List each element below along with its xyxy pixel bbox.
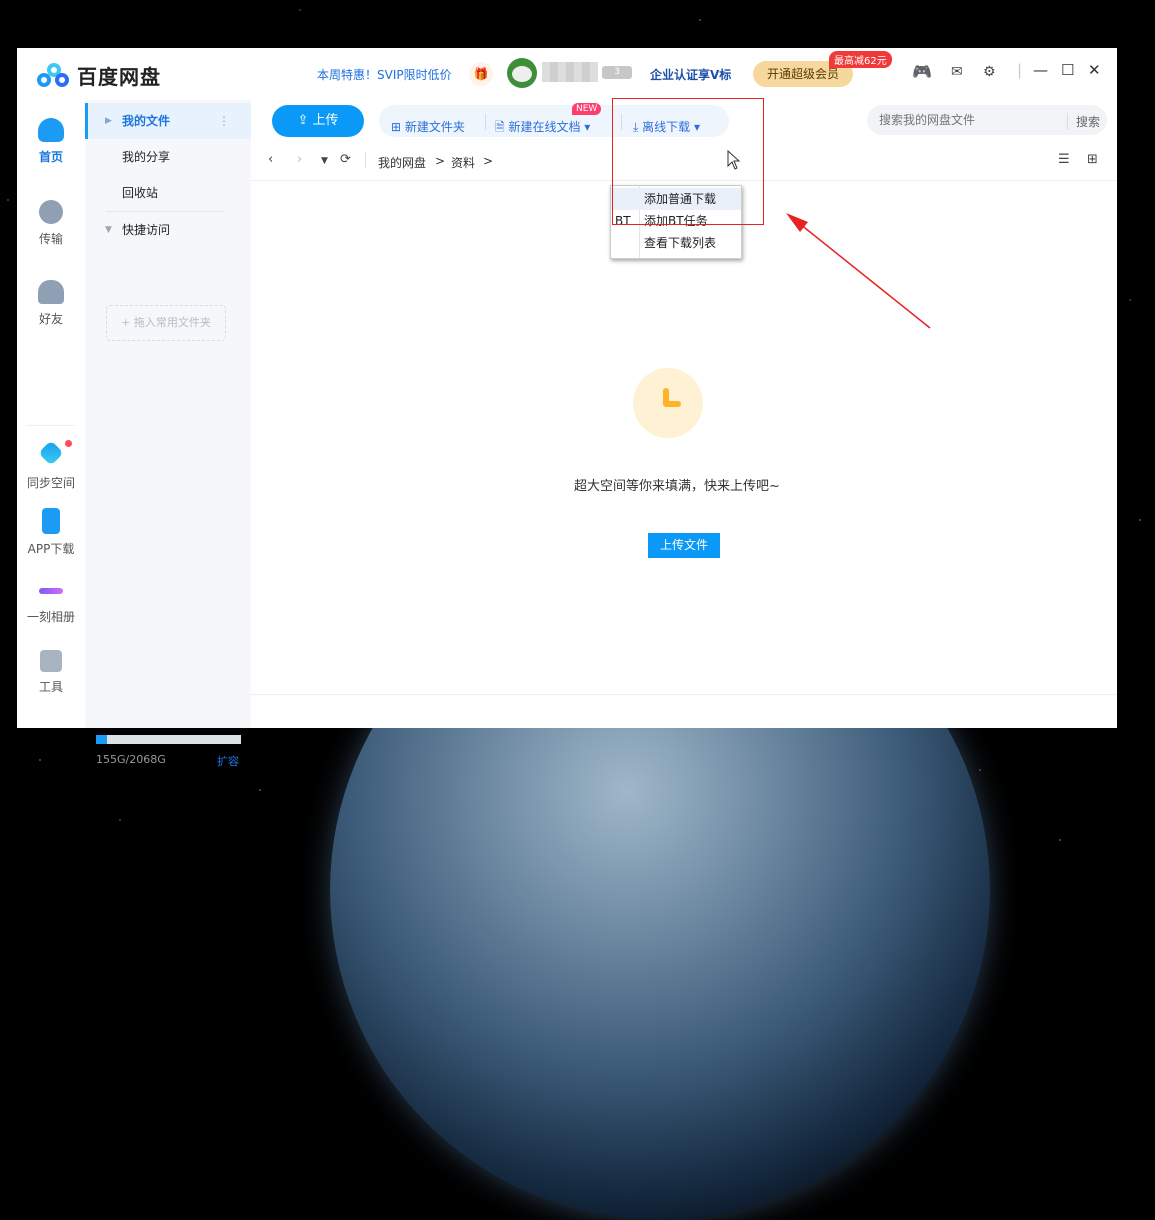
- toolbar-divider: [485, 114, 486, 130]
- nav-tools[interactable]: 工具: [17, 650, 85, 695]
- breadcrumb-root[interactable]: 我的网盘: [378, 154, 426, 171]
- app-logo: 百度网盘: [37, 61, 161, 90]
- new-online-doc-button[interactable]: 🗎 新建在线文档 ▾: [495, 118, 590, 139]
- storage-text: 155G/2068G: [96, 753, 166, 766]
- avatar[interactable]: [507, 58, 537, 88]
- search-input[interactable]: [877, 112, 1061, 128]
- grid-view-icon[interactable]: ⊞: [1087, 152, 1098, 167]
- status-divider: [251, 694, 1117, 695]
- sidebar-item-my-share[interactable]: 我的分享: [85, 139, 251, 175]
- title-bar: 百度网盘 本周特惠！SVIP限时低价 🎁 3 企业认证享V标 开通超级会员 最高…: [17, 48, 1117, 100]
- nav-album[interactable]: 一刻相册: [17, 580, 85, 625]
- nav-divider: [365, 152, 366, 168]
- sidebar-item-recycle-bin[interactable]: 回收站: [85, 175, 251, 211]
- expand-storage-link[interactable]: 扩容: [217, 753, 239, 769]
- gift-icon[interactable]: 🎁: [469, 62, 493, 86]
- settings-icon[interactable]: ⚙: [983, 64, 996, 80]
- vip-discount-tag: 最高减62元: [829, 51, 892, 68]
- sidebar-item-my-files[interactable]: ▶ 我的文件 ⋮: [85, 103, 251, 139]
- username-blurred[interactable]: [542, 62, 598, 82]
- sidebar-item-quick-access[interactable]: ▼ 快捷访问: [85, 212, 251, 248]
- chevron-down-icon: ▾: [580, 120, 591, 134]
- mail-icon[interactable]: ✉: [951, 64, 963, 80]
- caret-down-icon: ▼: [105, 225, 112, 235]
- new-folder-button[interactable]: ⊞ 新建文件夹: [391, 118, 465, 135]
- minimize-icon[interactable]: —: [1033, 61, 1048, 79]
- folder-plus-icon: ⊞: [391, 120, 405, 134]
- refresh-icon[interactable]: ⟳: [340, 152, 351, 167]
- maximize-icon[interactable]: ☐: [1061, 61, 1074, 79]
- notification-dot: [65, 440, 72, 447]
- left-nav: 首页 传输 好友 同步空间 APP下载 一刻相册 工具: [17, 100, 85, 728]
- transfer-icon: [39, 200, 63, 224]
- nav-app-download[interactable]: APP下载: [17, 508, 85, 557]
- back-icon[interactable]: ‹: [268, 152, 273, 167]
- mouse-cursor-icon: [727, 150, 741, 170]
- app-window: 百度网盘 本周特惠！SVIP限时低价 🎁 3 企业认证享V标 开通超级会员 最高…: [17, 48, 1117, 768]
- game-icon[interactable]: 🎮: [912, 62, 932, 81]
- forward-icon[interactable]: ›: [297, 152, 302, 167]
- quick-access-dropzone[interactable]: + 拖入常用文件夹: [106, 305, 226, 341]
- history-dropdown-icon[interactable]: ▼: [321, 156, 328, 166]
- sync-icon: [38, 440, 64, 466]
- sidebar: ▶ 我的文件 ⋮ 我的分享 回收站 ▼ 快捷访问 + 拖入常用文件夹 155G/…: [85, 100, 251, 768]
- breadcrumb-separator: >: [483, 154, 494, 168]
- menu-item-view-download-list[interactable]: 查看下载列表: [611, 232, 741, 254]
- nav-home[interactable]: 首页: [17, 118, 85, 165]
- baidu-netdisk-logo-icon: [37, 62, 71, 89]
- nav-divider: [27, 425, 75, 426]
- friends-icon: [38, 280, 64, 304]
- album-icon: [39, 588, 63, 594]
- phone-icon: [42, 508, 60, 534]
- breadcrumb-separator: >: [435, 154, 446, 168]
- search-button[interactable]: 搜索: [1067, 113, 1100, 130]
- storage-progress-fill: [96, 735, 107, 744]
- annotation-highlight-box: [612, 98, 764, 225]
- promo-link[interactable]: 本周特惠！SVIP限时低价: [317, 66, 452, 83]
- enterprise-link[interactable]: 企业认证享V标: [650, 66, 731, 83]
- doc-plus-icon: 🗎: [495, 120, 509, 134]
- search-box: 搜索: [867, 105, 1107, 135]
- caret-right-icon: ▶: [105, 116, 112, 126]
- clock-icon: [633, 368, 703, 438]
- titlebar-divider: |: [1017, 61, 1023, 79]
- tools-icon: [40, 650, 62, 672]
- upload-button[interactable]: ⇪ 上传: [272, 105, 364, 137]
- empty-state-text: 超大空间等你来填满，快来上传吧~: [574, 479, 780, 494]
- nav-friends[interactable]: 好友: [17, 280, 85, 327]
- nav-transfer[interactable]: 传输: [17, 200, 85, 247]
- breadcrumb-current[interactable]: 资料: [451, 154, 475, 171]
- upload-icon: ⇪: [297, 113, 313, 128]
- new-badge: NEW: [572, 103, 602, 115]
- sort-icon[interactable]: ☰: [1058, 152, 1070, 167]
- upload-file-button[interactable]: 上传文件: [648, 533, 720, 558]
- storage-progress: [96, 735, 241, 744]
- level-badge: 3: [602, 66, 632, 79]
- more-icon[interactable]: ⋮: [218, 103, 230, 139]
- nav-sync[interactable]: 同步空间: [17, 440, 85, 491]
- app-title: 百度网盘: [77, 65, 161, 89]
- close-icon[interactable]: ✕: [1088, 61, 1101, 79]
- cloud-icon: [38, 118, 64, 142]
